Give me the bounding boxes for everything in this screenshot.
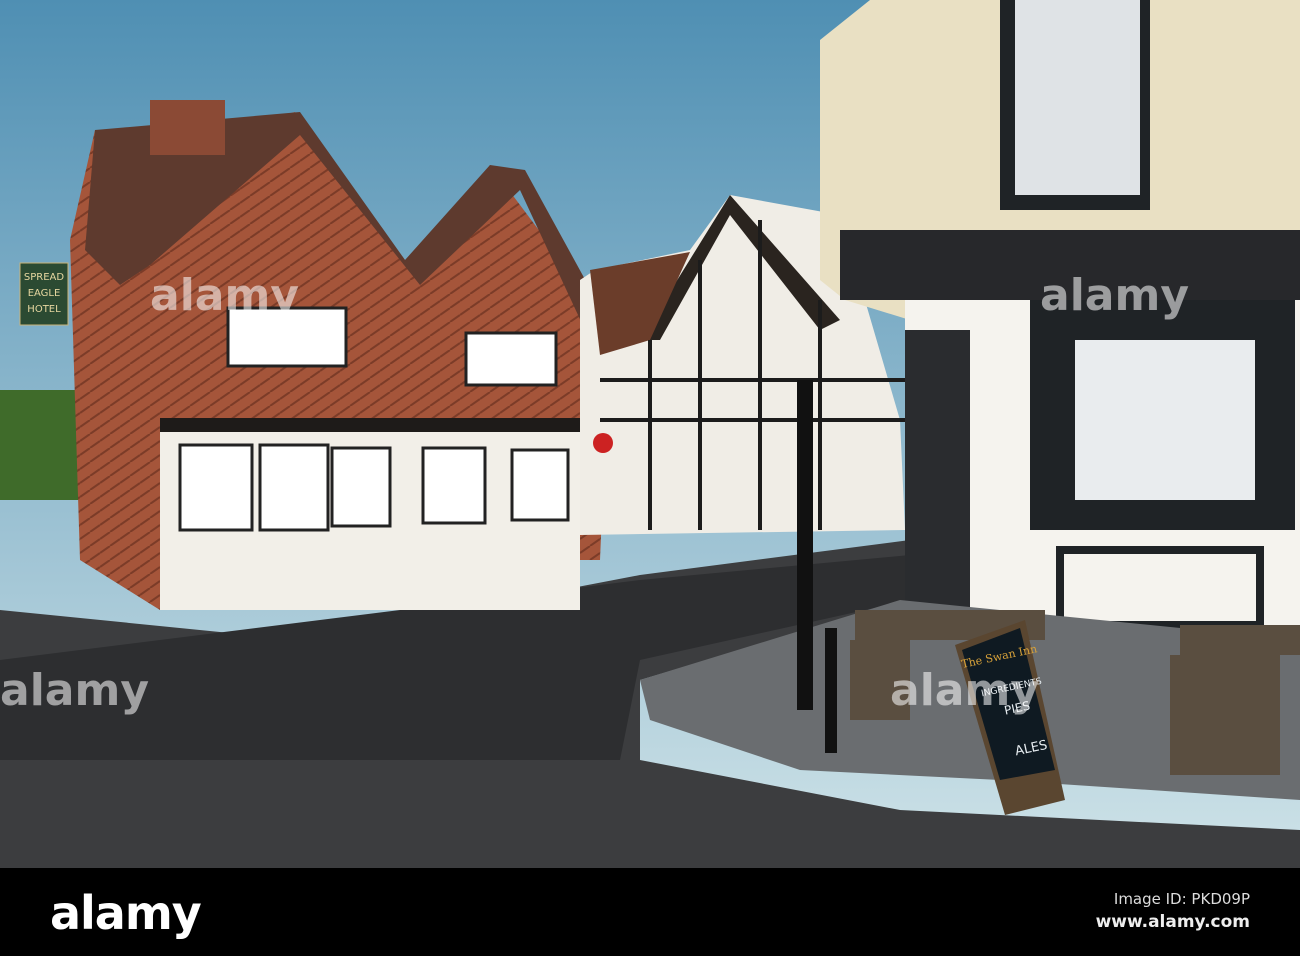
no-entry-sign [593, 433, 613, 453]
svg-text:HOTEL: HOTEL [27, 304, 61, 315]
bollard [825, 628, 837, 753]
alamy-logo: alamy [50, 886, 202, 940]
street-photo: SPREAD EAGLE HOTEL The Swan Inn INGREDIE… [0, 0, 1300, 868]
svg-text:alamy: alamy [150, 270, 299, 321]
svg-text:alamy: alamy [890, 665, 1039, 716]
svg-text:alamy: alamy [0, 665, 149, 716]
svg-text:alamy: alamy [1040, 270, 1189, 321]
spread-eagle-hotel-sign: SPREAD EAGLE HOTEL [19, 262, 69, 326]
svg-text:EAGLE: EAGLE [28, 288, 61, 299]
signpost [797, 380, 813, 710]
footer-bar: alamy Image ID: PKD09P www.alamy.com [0, 868, 1300, 956]
image-id: Image ID: PKD09P [1113, 890, 1250, 908]
trees [0, 390, 80, 500]
svg-text:SPREAD: SPREAD [24, 272, 64, 283]
site-url: www.alamy.com [1095, 912, 1250, 932]
